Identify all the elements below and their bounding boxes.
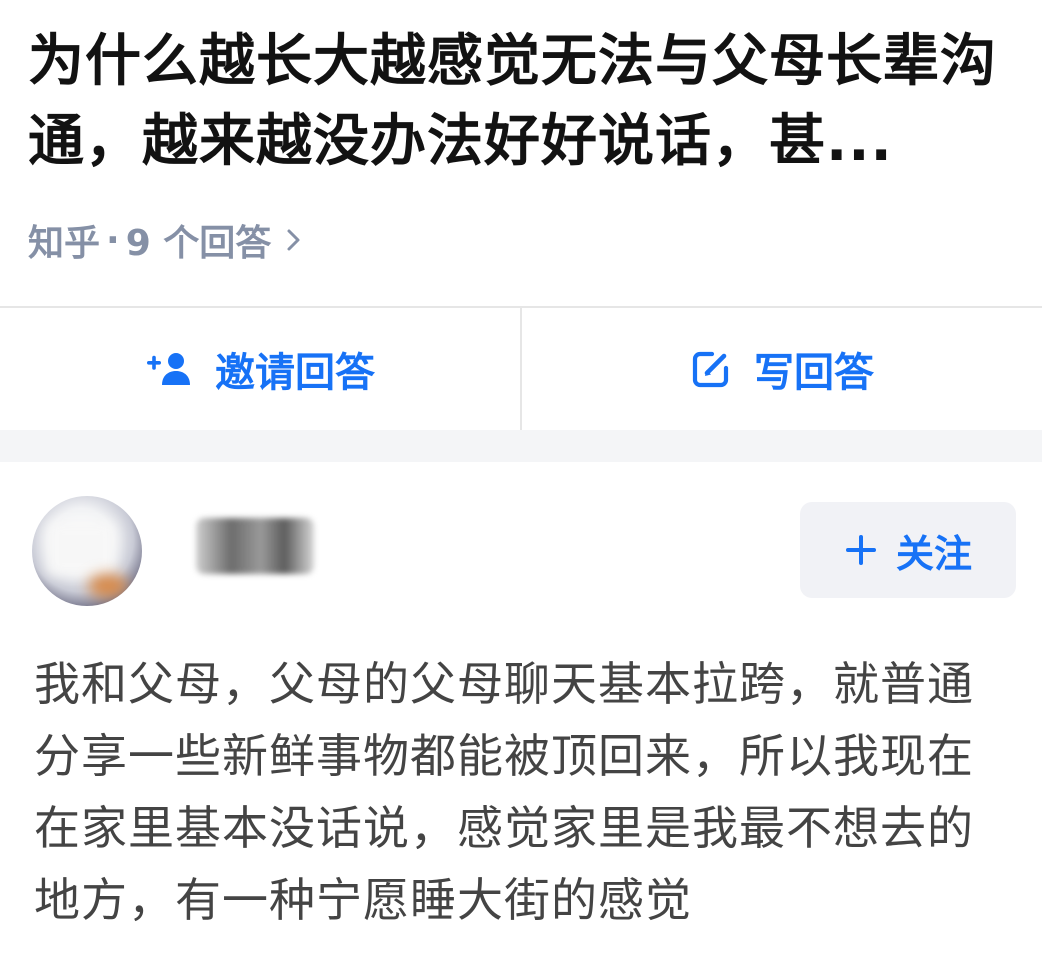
question-header[interactable]: 为什么越长大越感觉无法与父母长辈沟通，越来越没办法好好说话，甚... — [28, 22, 1008, 182]
invite-answer-label: 邀请回答 — [215, 350, 375, 396]
write-answer-button[interactable]: 写回答 — [522, 308, 1042, 430]
plus-icon — [844, 533, 878, 567]
answer-count: 9 个回答 — [125, 223, 272, 264]
question-title[interactable]: 为什么越长大越感觉无法与父母长辈沟通，越来越没办法好好说话，甚... — [28, 22, 1008, 182]
action-bar: 邀请回答 写回答 — [0, 308, 1042, 430]
answer-body[interactable]: 我和父母，父母的父母聊天基本拉跨，就普通分享一些新鲜事物都能被顶回来，所以我现在… — [34, 648, 1014, 936]
write-answer-label: 写回答 — [754, 350, 874, 396]
chevron-right-icon — [285, 225, 303, 255]
invite-answer-button[interactable]: 邀请回答 — [0, 308, 520, 430]
follow-button[interactable]: 关注 — [800, 502, 1016, 598]
meta-separator: · — [106, 219, 120, 261]
avatar[interactable] — [32, 496, 142, 606]
question-page: 为什么越长大越感觉无法与父母长辈沟通，越来越没办法好好说话，甚... 知乎 · … — [0, 0, 1042, 956]
question-meta[interactable]: 知乎 · 9 个回答 — [28, 212, 303, 268]
add-person-icon — [145, 349, 193, 389]
section-separator — [0, 430, 1042, 462]
edit-icon — [690, 348, 732, 390]
source-label: 知乎 — [28, 223, 101, 264]
follow-label: 关注 — [895, 531, 972, 576]
author-name[interactable] — [196, 518, 314, 574]
answer-author-row: 关注 — [0, 488, 1042, 608]
